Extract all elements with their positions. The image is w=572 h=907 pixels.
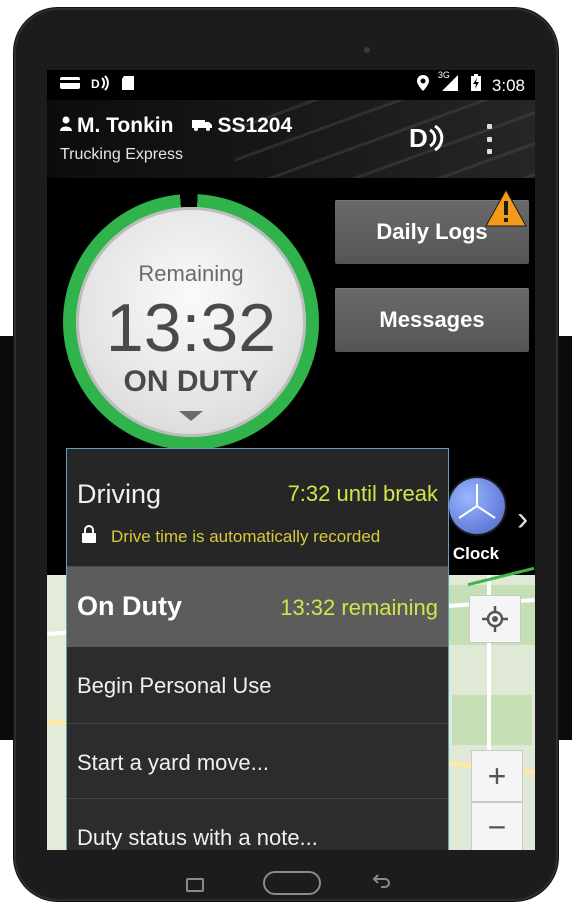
lock-icon <box>81 525 97 548</box>
device-connected-icon[interactable]: D <box>409 122 445 159</box>
driver-info[interactable]: M. Tonkin SS1204 <box>59 114 292 138</box>
zoom-out-button[interactable]: − <box>471 802 523 850</box>
home-button[interactable] <box>263 871 321 895</box>
drive-time-note: Drive time is automatically recorded <box>111 526 381 546</box>
clock-icon[interactable] <box>449 478 505 534</box>
svg-text:D: D <box>91 77 100 91</box>
menu-item-personal-use[interactable]: Begin Personal Use <box>67 647 448 724</box>
menu-item-label: Start a yard move... <box>77 750 269 775</box>
remaining-time: 13:32 <box>105 290 277 366</box>
bank-card-icon <box>59 75 81 95</box>
network-type-label: 3G <box>437 70 450 80</box>
driving-detail: 7:32 until break <box>287 481 438 506</box>
zoom-in-button[interactable]: + <box>471 750 523 802</box>
person-icon <box>59 114 73 138</box>
overflow-menu-icon[interactable] <box>485 124 493 154</box>
front-camera <box>364 47 370 53</box>
battery-charging-icon <box>470 74 482 97</box>
status-bar: D 3G 3:08 <box>47 70 535 100</box>
sd-card-icon <box>121 75 135 95</box>
warning-icon <box>484 188 528 228</box>
duty-status-menu: Driving 7:32 until break Drive time is a… <box>66 448 449 850</box>
duty-status-label: ON DUTY <box>123 365 259 398</box>
driving-label: Driving <box>77 479 162 509</box>
menu-item-label: Duty status with a note... <box>77 825 318 850</box>
truck-id: SS1204 <box>217 114 293 137</box>
location-pin-icon <box>416 74 430 97</box>
on-duty-detail: 13:32 remaining <box>280 595 438 620</box>
cell-signal-icon: 3G <box>438 70 460 97</box>
menu-item-yard-move[interactable]: Start a yard move... <box>67 724 448 799</box>
menu-item-driving[interactable]: Driving 7:32 until break Drive time is a… <box>67 449 448 568</box>
menu-item-on-duty[interactable]: On Duty 13:32 remaining <box>67 567 448 647</box>
on-duty-label: On Duty <box>77 591 182 621</box>
menu-item-label: Begin Personal Use <box>77 673 272 698</box>
signal-wireless-icon: D <box>91 75 111 95</box>
back-button[interactable] <box>372 871 392 894</box>
duty-dial[interactable]: Remaining 13:32 ON DUTY <box>76 207 306 437</box>
caret-down-icon <box>179 411 203 421</box>
svg-text:D: D <box>409 123 428 152</box>
recent-apps-button[interactable] <box>186 878 204 892</box>
messages-button[interactable]: Messages <box>335 288 529 352</box>
company-name: Trucking Express <box>60 146 183 163</box>
app-header: M. Tonkin SS1204 Trucking Express D <box>47 100 535 178</box>
chevron-right-icon[interactable]: › <box>517 500 528 539</box>
remaining-label: Remaining <box>138 261 244 286</box>
truck-icon <box>191 114 213 138</box>
driver-name: M. Tonkin <box>77 114 174 137</box>
status-time: 3:08 <box>491 75 525 95</box>
app-screen: D 3G 3:08 M. Tonkin SS1204 Trucking Expr… <box>47 70 535 850</box>
my-location-button[interactable] <box>469 595 521 643</box>
menu-item-status-note[interactable]: Duty status with a note... <box>67 799 448 850</box>
clock-label: Clock <box>452 544 500 563</box>
